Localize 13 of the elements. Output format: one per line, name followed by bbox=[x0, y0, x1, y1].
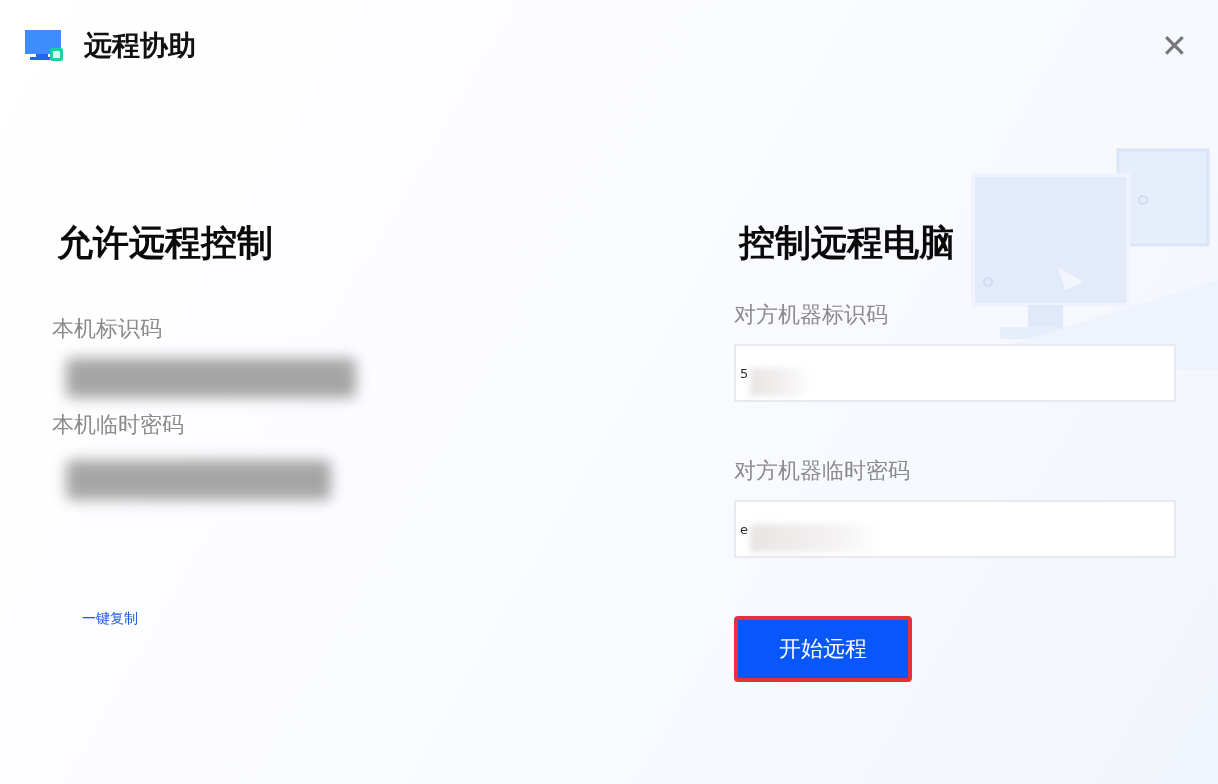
start-button[interactable]: 开始远程 bbox=[734, 616, 912, 682]
section-heading: 控制远程电脑 bbox=[739, 221, 956, 265]
window-title: 远程协助 bbox=[84, 28, 196, 64]
section-heading: 允许远程控制 bbox=[57, 221, 274, 265]
id-input-field[interactable]: 5 bbox=[734, 344, 1176, 402]
close-button[interactable]: ✕ bbox=[1155, 30, 1194, 62]
field-label: 对方机器标识码 bbox=[734, 301, 888, 329]
field-label: 本机临时密码 bbox=[52, 411, 184, 439]
copy-link[interactable]: 一键复制 bbox=[82, 610, 138, 628]
monitor-icon bbox=[24, 29, 64, 63]
field-label: 本机标识码 bbox=[52, 315, 162, 343]
field-label: 对方机器临时密码 bbox=[734, 457, 910, 485]
password-input-field[interactable]: e bbox=[734, 500, 1176, 558]
